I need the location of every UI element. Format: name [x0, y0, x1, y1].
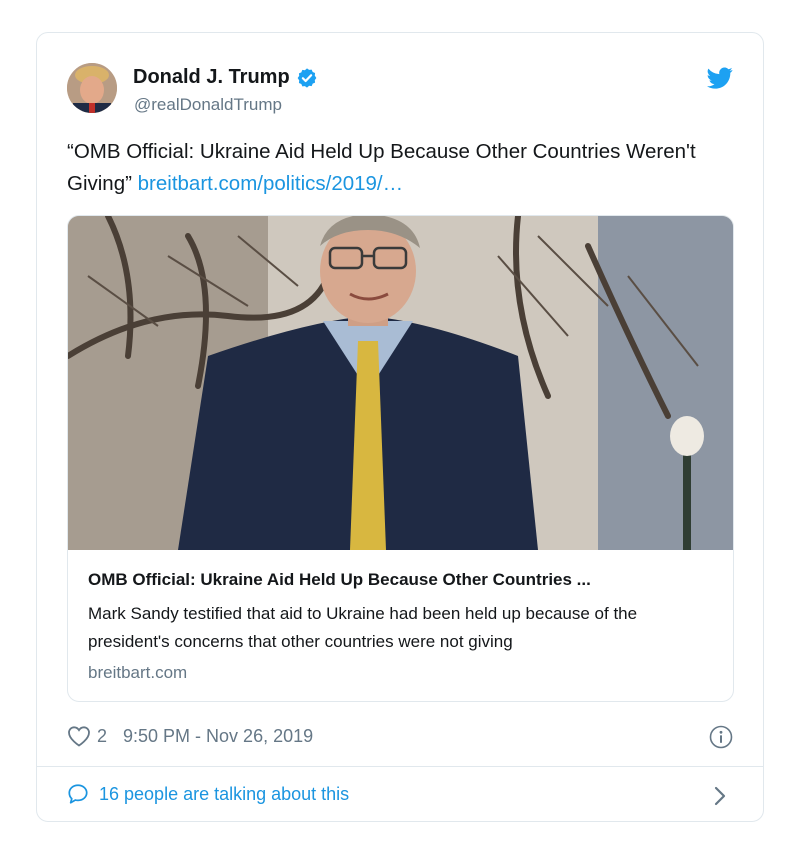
like-count[interactable]: 2 [97, 726, 107, 747]
speech-bubble-icon [68, 784, 88, 804]
author-avatar[interactable] [67, 63, 117, 113]
tweet-timestamp[interactable]: 9:50 PM - Nov 26, 2019 [123, 726, 313, 747]
tweet-link[interactable]: breitbart.com/politics/2019/… [138, 172, 403, 195]
info-icon[interactable] [709, 725, 733, 749]
chevron-right-icon[interactable] [713, 785, 727, 807]
author-name[interactable]: Donald J. Trump [133, 66, 290, 89]
embedded-tweet-card[interactable]: Donald J. Trump @realDonaldTrump “OMB Of… [36, 32, 764, 822]
twitter-bird-icon[interactable] [707, 65, 733, 91]
link-card-title[interactable]: OMB Official: Ukraine Aid Held Up Becaus… [88, 570, 591, 590]
conversation-link[interactable]: 16 people are talking about this [67, 783, 349, 805]
verified-badge-icon [297, 67, 317, 88]
tweet-meta-row: 2 9:50 PM - Nov 26, 2019 [67, 725, 313, 747]
heart-icon[interactable] [67, 725, 91, 747]
link-preview-card[interactable]: OMB Official: Ukraine Aid Held Up Becaus… [67, 215, 734, 702]
article-photo[interactable] [68, 216, 733, 550]
talking-about-text[interactable]: 16 people are talking about this [99, 784, 349, 805]
author-handle[interactable]: @realDonaldTrump [134, 95, 282, 115]
link-card-domain: breitbart.com [88, 663, 188, 682]
tweet-text: “OMB Official: Ukraine Aid Held Up Becau… [67, 136, 727, 200]
link-card-description: Mark Sandy testified that aid to Ukraine… [88, 604, 638, 651]
divider [37, 766, 763, 767]
